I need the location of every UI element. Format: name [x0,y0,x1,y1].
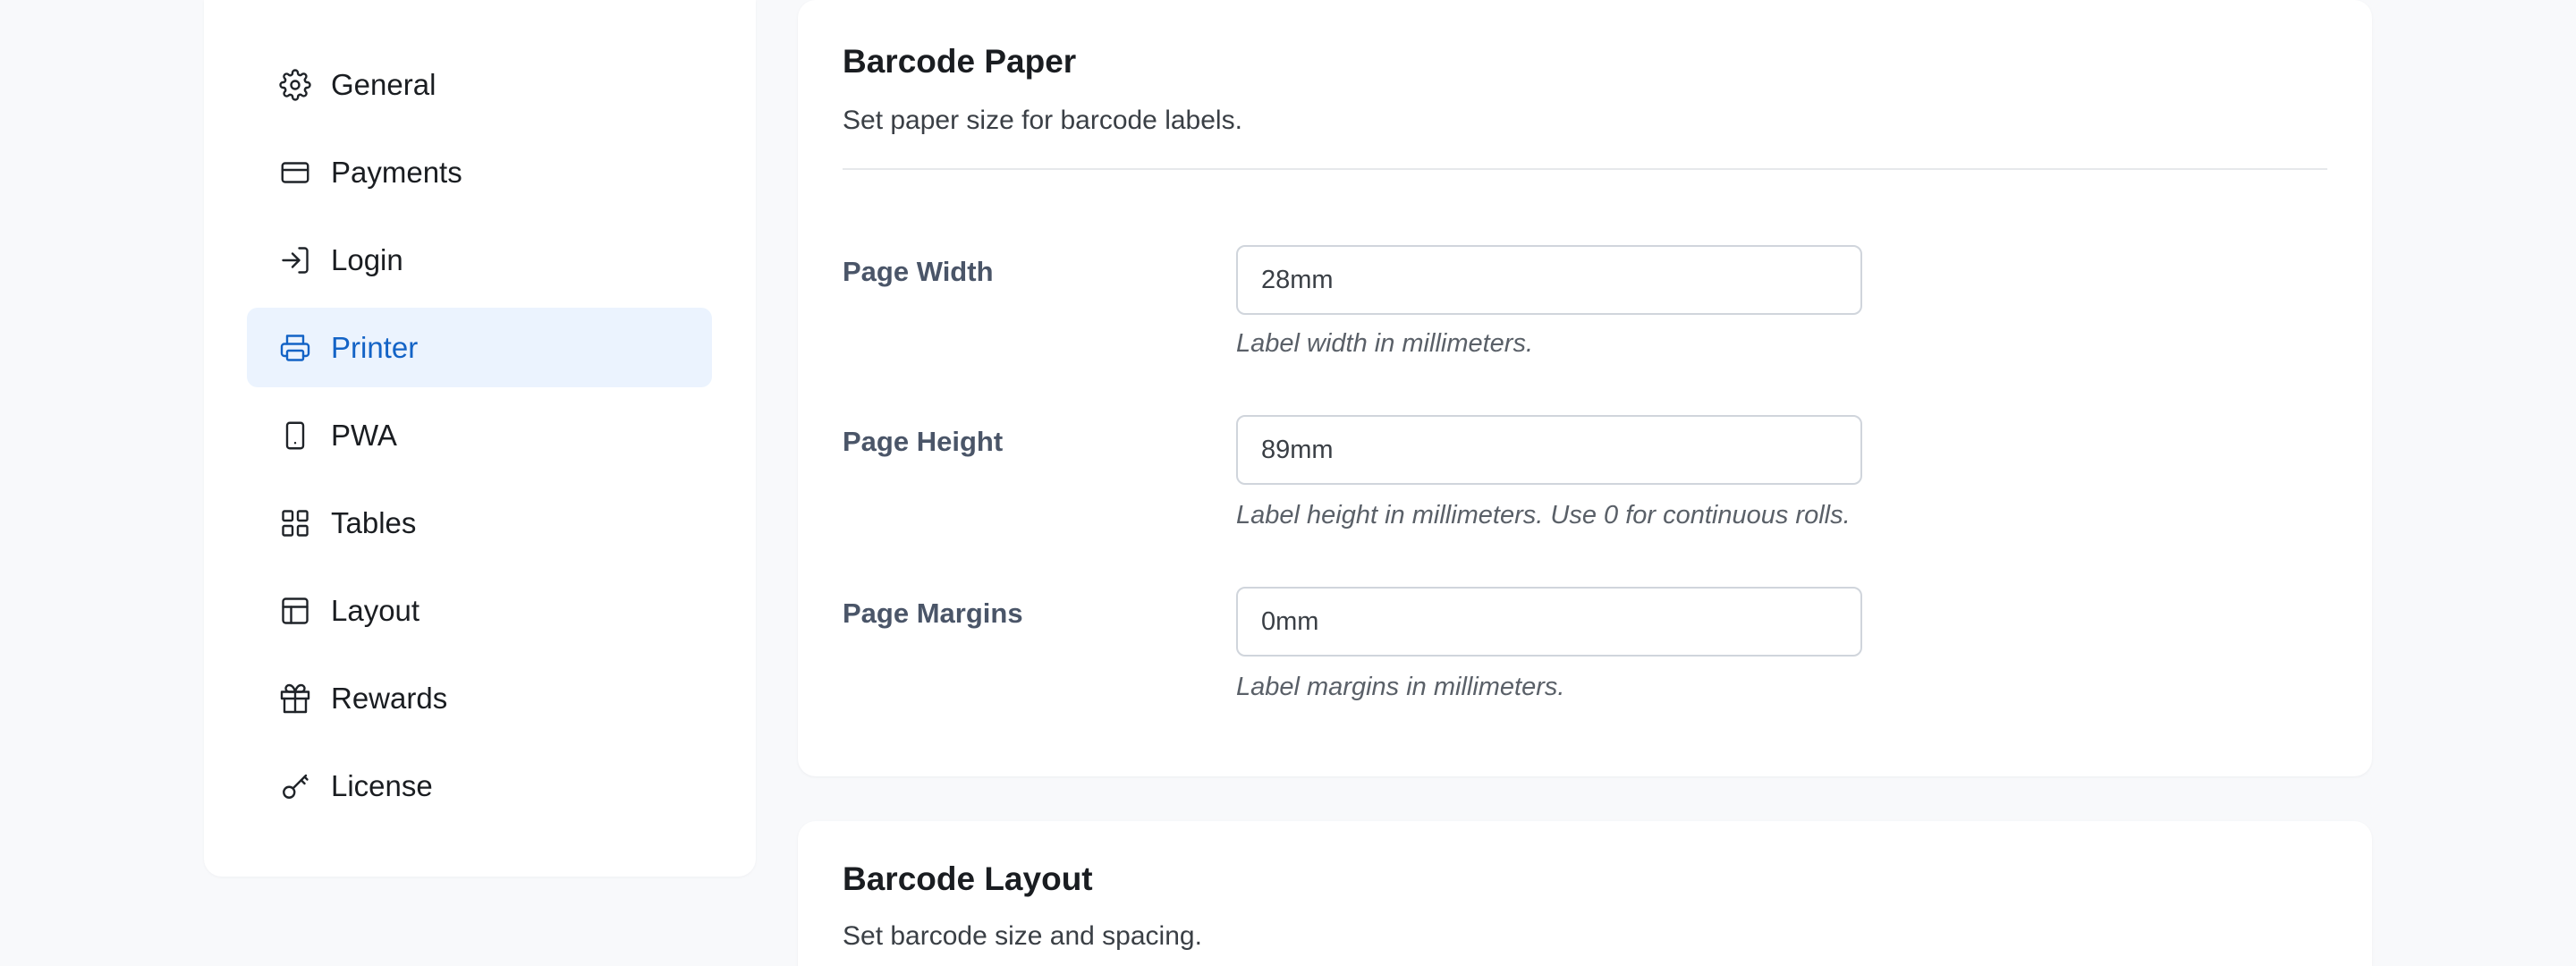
sidebar-item-login[interactable]: Login [247,220,712,300]
section-title: Barcode Layout [843,860,1093,897]
sidebar-item-label: General [331,67,436,101]
sidebar-item-label: Rewards [331,681,448,715]
settings-page: General Payments Login Printer PWA Table… [0,0,2576,966]
sidebar-item-label: License [331,768,433,802]
gear-icon [277,67,313,103]
sidebar-item-license[interactable]: License [247,746,712,826]
credit-card-icon [277,155,313,191]
layout-icon [277,593,313,629]
sidebar-item-tables[interactable]: Tables [247,483,712,563]
login-icon [277,242,313,278]
sidebar-item-general[interactable]: General [247,45,712,124]
sidebar-item-label: Tables [331,505,417,539]
section-description: Set barcode size and spacing. [843,921,1202,951]
sidebar-item-label: Payments [331,155,462,189]
barcode-paper-card: Barcode Paper Set paper size for barcode… [798,0,2372,776]
barcode-layout-card: Barcode Layout Set barcode size and spac… [798,821,2372,966]
page-height-input[interactable] [1236,415,1862,485]
page-width-input[interactable] [1236,245,1862,315]
sidebar-item-label: Login [331,242,403,276]
printer-icon [277,330,313,366]
sidebar-item-rewards[interactable]: Rewards [247,658,712,738]
page-margins-input[interactable] [1236,587,1862,657]
gift-icon [277,681,313,716]
grid-icon [277,505,313,541]
sidebar-item-label: PWA [331,418,397,452]
section-description: Set paper size for barcode labels. [843,106,1242,135]
sidebar-item-pwa[interactable]: PWA [247,395,712,475]
sidebar-item-payments[interactable]: Payments [247,132,712,212]
key-icon [277,768,313,804]
sidebar-item-label: Printer [331,330,419,364]
sidebar-item-printer[interactable]: Printer [247,308,712,387]
page-height-hint: Label height in millimeters. Use 0 for c… [1236,501,1851,530]
page-height-label: Page Height [843,426,1004,457]
section-divider [843,168,2327,170]
section-title: Barcode Paper [843,43,1077,80]
sidebar-item-layout[interactable]: Layout [247,571,712,650]
settings-sidebar: General Payments Login Printer PWA Table… [204,0,756,877]
page-margins-label: Page Margins [843,597,1023,629]
page-margins-hint: Label margins in millimeters. [1236,673,1565,701]
page-width-label: Page Width [843,256,994,287]
page-width-hint: Label width in millimeters. [1236,329,1534,358]
mobile-icon [277,418,313,453]
sidebar-item-label: Layout [331,593,420,627]
